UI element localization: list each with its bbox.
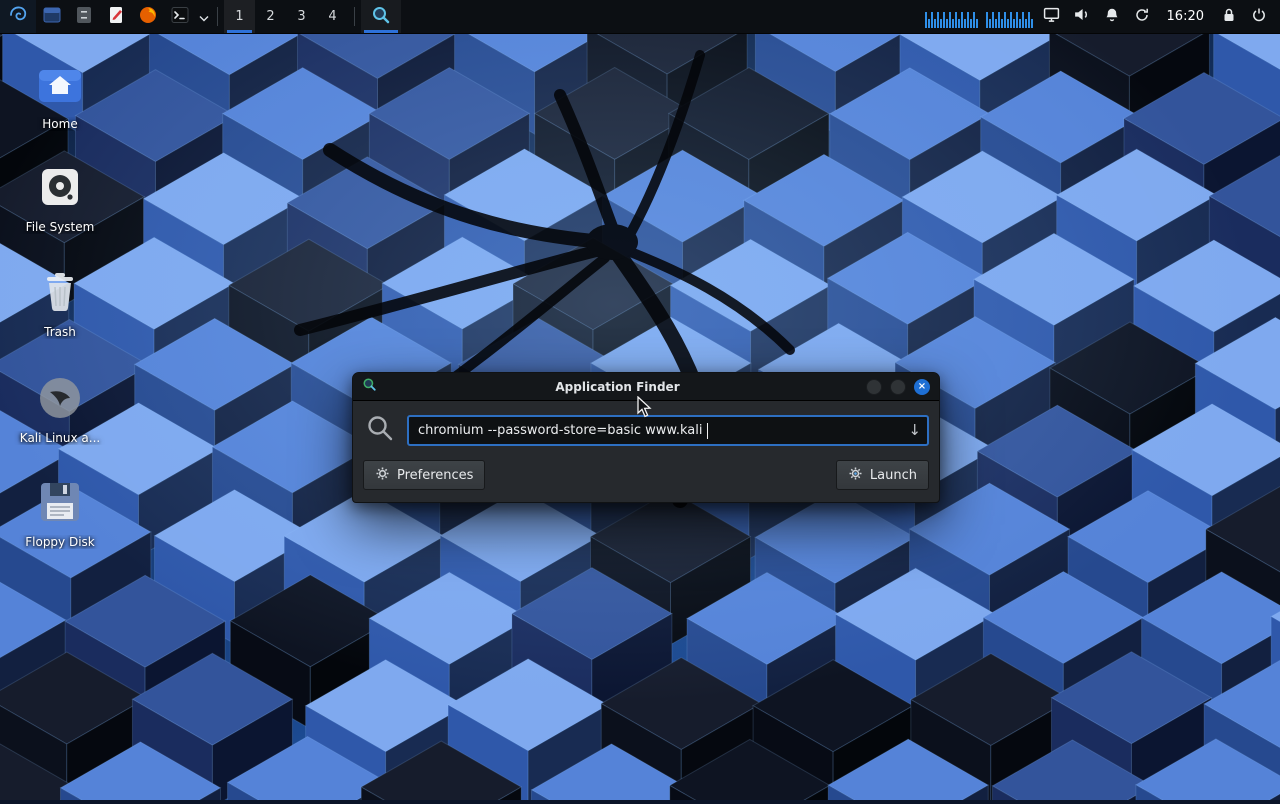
workspace-4[interactable]: 4	[317, 0, 348, 33]
text-caret	[707, 423, 708, 439]
application-finder-window: Application Finder × ↓	[352, 372, 940, 503]
desktop-icon-kali-linux[interactable]: Kali Linux a...	[8, 374, 112, 445]
screen-lock-button[interactable]	[1214, 7, 1244, 27]
desktop-icon-file-system[interactable]: File System	[8, 163, 112, 234]
file-manager-launcher[interactable]	[36, 0, 68, 33]
desktop-icon-label: Home	[8, 117, 112, 131]
applications-menu-button[interactable]	[0, 0, 36, 33]
top-panel: 1 2 3 4	[0, 0, 1280, 34]
text-editor-icon	[105, 4, 127, 30]
desktop-icon-label: Trash	[8, 325, 112, 339]
audio-visualizer	[925, 6, 978, 28]
terminal-dropdown-button[interactable]	[196, 0, 211, 33]
maximize-button[interactable]	[890, 379, 906, 395]
display-settings-button[interactable]	[1037, 6, 1067, 27]
chevron-down-icon	[199, 7, 209, 26]
application-finder-icon	[371, 5, 391, 29]
window-icon	[362, 377, 377, 396]
drive-icon	[8, 163, 112, 211]
preferences-button[interactable]: Preferences	[363, 460, 485, 490]
button-row: Preferences Launch	[353, 452, 939, 502]
search-icon	[366, 414, 394, 446]
panel-separator	[217, 7, 218, 26]
desktop-icon-label: Floppy Disk	[8, 535, 112, 549]
preferences-label: Preferences	[397, 468, 473, 483]
firefox-icon	[137, 4, 159, 30]
trash-icon	[8, 268, 112, 316]
kali-logo-icon	[7, 4, 29, 30]
kali-disc-icon	[8, 374, 112, 422]
desktop-icon-trash[interactable]: Trash	[8, 268, 112, 339]
display-icon	[1043, 6, 1060, 27]
minimize-button[interactable]	[866, 379, 882, 395]
close-icon: ×	[918, 382, 926, 392]
volume-icon	[1073, 6, 1090, 27]
updates-button[interactable]	[1127, 7, 1157, 27]
lock-icon	[1221, 7, 1237, 27]
mouse-cursor	[636, 396, 656, 422]
dropdown-arrow-button[interactable]: ↓	[908, 421, 921, 439]
text-editor-launcher[interactable]	[100, 0, 132, 33]
home-folder-icon	[8, 60, 112, 108]
command-input[interactable]	[407, 415, 929, 446]
desktop-icon-label: Kali Linux a...	[8, 431, 112, 445]
logout-button[interactable]	[1244, 7, 1274, 27]
bell-icon	[1104, 7, 1120, 27]
file-cabinet-launcher[interactable]	[68, 0, 100, 33]
file-manager-icon	[41, 4, 63, 30]
launch-button[interactable]: Launch	[836, 460, 929, 490]
close-button[interactable]: ×	[914, 379, 930, 395]
clock[interactable]: 16:20	[1157, 9, 1214, 24]
file-cabinet-icon	[73, 4, 95, 30]
desktop-icon-home[interactable]: Home	[8, 60, 112, 131]
notifications-button[interactable]	[1097, 7, 1127, 27]
audio-visualizer	[986, 6, 1033, 28]
command-input-wrap: ↓	[407, 415, 929, 446]
launch-label: Launch	[870, 468, 917, 483]
panel-tray: 16:20	[921, 0, 1280, 33]
power-icon	[1251, 7, 1267, 27]
desktop-icon-label: File System	[8, 220, 112, 234]
refresh-icon	[1134, 7, 1150, 27]
terminal-icon	[169, 4, 191, 30]
panel-separator	[354, 7, 355, 26]
volume-button[interactable]	[1067, 6, 1097, 27]
floppy-disk-icon	[8, 478, 112, 526]
terminal-launcher[interactable]	[164, 0, 196, 33]
desktop-icon-floppy-disk[interactable]: Floppy Disk	[8, 478, 112, 549]
launch-icon	[848, 466, 863, 485]
window-title: Application Finder	[377, 380, 858, 394]
workspace-3[interactable]: 3	[286, 0, 317, 33]
workspace-2[interactable]: 2	[255, 0, 286, 33]
gear-icon	[375, 466, 390, 485]
firefox-launcher[interactable]	[132, 0, 164, 33]
taskbar-application-finder[interactable]	[361, 0, 401, 33]
workspace-1[interactable]: 1	[224, 0, 255, 33]
